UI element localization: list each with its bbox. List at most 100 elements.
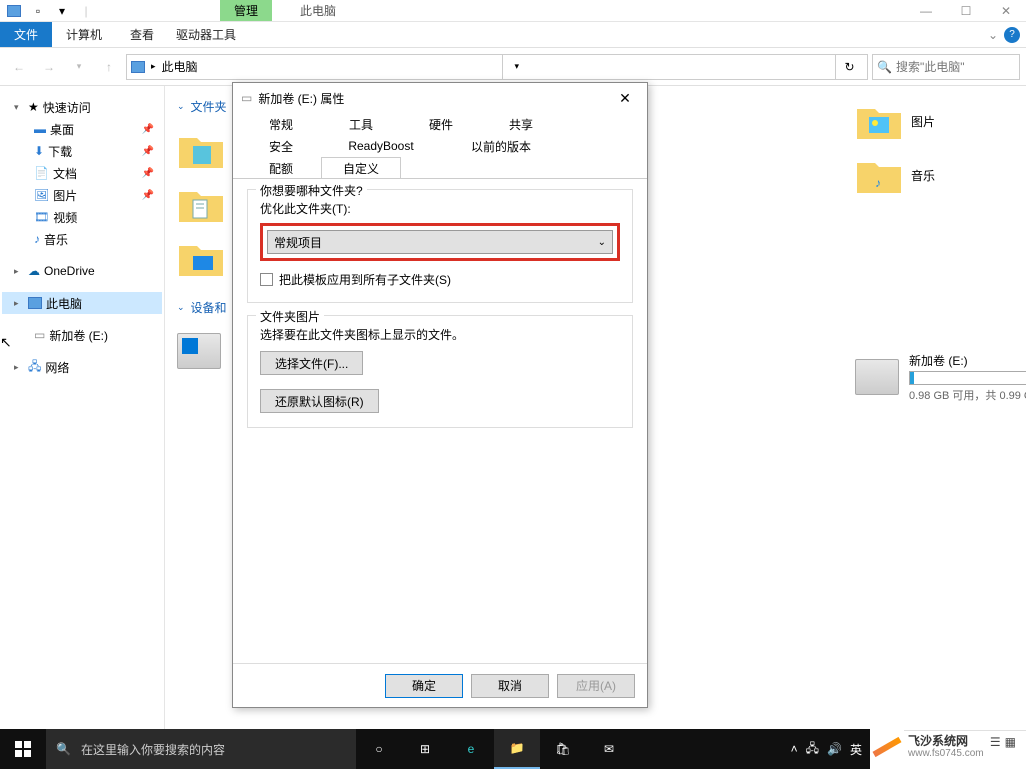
cortana-button[interactable]: ○ bbox=[356, 729, 402, 769]
tree-network[interactable]: ▸🖧网络 bbox=[2, 356, 162, 378]
ok-button[interactable]: 确定 bbox=[385, 674, 463, 698]
folder-pictures[interactable]: 图片 bbox=[855, 94, 1026, 148]
tab-previous-versions[interactable]: 以前的版本 bbox=[441, 135, 561, 157]
checkbox[interactable] bbox=[260, 273, 273, 286]
tree-onedrive[interactable]: ▸☁OneDrive bbox=[2, 260, 162, 282]
optimize-dropdown[interactable]: 常规项目 ⌄ bbox=[267, 230, 613, 254]
restore-default-button[interactable]: 还原默认图标(R) bbox=[260, 389, 379, 413]
tree-music[interactable]: ♪ 音乐 bbox=[2, 228, 162, 250]
tree-label: 文档 bbox=[53, 165, 77, 182]
quick-access-toolbar: ▫ ▾ | bbox=[0, 2, 100, 20]
group-label: 设备和 bbox=[191, 299, 227, 316]
pin-icon: 📌 bbox=[142, 168, 154, 179]
start-button[interactable] bbox=[0, 729, 46, 769]
close-button[interactable]: ✕ bbox=[986, 0, 1026, 22]
refresh-button[interactable]: ↻ bbox=[835, 54, 863, 80]
tree-this-pc[interactable]: ▸此电脑 bbox=[2, 292, 162, 314]
watermark-title: 飞沙系统网 bbox=[908, 735, 984, 748]
optimize-label: 优化此文件夹(T): bbox=[260, 200, 620, 217]
breadcrumb-chevron[interactable]: ▸ bbox=[151, 61, 156, 72]
tree-label: 快速访问 bbox=[43, 99, 91, 116]
dialog-tabs: 常规 工具 硬件 共享 安全 ReadyBoost 以前的版本 配额 自定义 bbox=[233, 113, 647, 179]
group-title: 你想要哪种文件夹? bbox=[256, 182, 367, 199]
search-icon: 🔍 bbox=[877, 60, 892, 74]
location-icon bbox=[131, 61, 145, 73]
tree-pictures[interactable]: 🖼图片📌 bbox=[2, 184, 162, 206]
download-icon: ⬇ bbox=[34, 144, 44, 158]
dialog-titlebar: ▭ 新加卷 (E:) 属性 ✕ bbox=[233, 83, 647, 113]
svg-text:♪: ♪ bbox=[875, 176, 881, 190]
tree-quick-access[interactable]: ▾★快速访问 bbox=[2, 96, 162, 118]
checkbox-label: 把此模板应用到所有子文件夹(S) bbox=[279, 271, 451, 288]
ime-indicator[interactable]: 英 bbox=[850, 741, 862, 758]
taskbar-search[interactable]: 🔍 在这里输入你要搜索的内容 bbox=[46, 729, 356, 769]
tree-label: 新加卷 (E:) bbox=[49, 327, 108, 344]
tree-label: OneDrive bbox=[44, 264, 95, 278]
mail-icon[interactable]: ✉ bbox=[586, 729, 632, 769]
address-dropdown[interactable]: ▾ bbox=[502, 54, 530, 80]
dialog-footer: 确定 取消 应用(A) bbox=[233, 663, 647, 707]
forward-button[interactable]: → bbox=[36, 54, 62, 80]
tree-desktop[interactable]: ▬桌面📌 bbox=[2, 118, 162, 140]
drive-info: 新加卷 (E:) 0.98 GB 可用，共 0.99 GB bbox=[909, 352, 1026, 403]
tree-videos[interactable]: 🎞 视频 bbox=[2, 206, 162, 228]
tab-security[interactable]: 安全 bbox=[241, 135, 321, 157]
apply-button[interactable]: 应用(A) bbox=[557, 674, 635, 698]
address-bar[interactable]: ▸ 此电脑 ▾ ↻ bbox=[126, 54, 868, 80]
pc-icon bbox=[28, 297, 42, 309]
ribbon-tab-view[interactable]: 查看 bbox=[116, 22, 168, 47]
tree-label: 音乐 bbox=[44, 231, 68, 248]
help-icon[interactable]: ? bbox=[1004, 27, 1020, 43]
tree-label: 此电脑 bbox=[46, 295, 82, 312]
volume-tray-icon[interactable]: 🔊 bbox=[827, 742, 842, 756]
back-button[interactable]: ← bbox=[6, 54, 32, 80]
task-view-button[interactable]: ⊞ bbox=[402, 729, 448, 769]
maximize-button[interactable]: ☐ bbox=[946, 0, 986, 22]
cancel-button[interactable]: 取消 bbox=[471, 674, 549, 698]
file-tab[interactable]: 文件 bbox=[0, 22, 52, 47]
qat-item[interactable]: ▫ bbox=[28, 2, 48, 20]
ribbon-expand-icon[interactable]: ⌄ bbox=[988, 28, 998, 42]
search-box[interactable]: 🔍 搜索"此电脑" bbox=[872, 54, 1020, 80]
tray-expand-icon[interactable]: ˄ bbox=[791, 742, 798, 756]
choose-file-button[interactable]: 选择文件(F)... bbox=[260, 351, 363, 375]
tab-customize[interactable]: 自定义 bbox=[321, 157, 401, 179]
ribbon-tab-drive-tools[interactable]: 驱动器工具 bbox=[168, 22, 244, 47]
folder-label: 图片 bbox=[911, 113, 935, 130]
windows-icon bbox=[15, 741, 31, 757]
picture-icon: 🖼 bbox=[34, 188, 49, 202]
drive-new-volume[interactable]: 新加卷 (E:) 0.98 GB 可用，共 0.99 GB bbox=[855, 352, 1026, 402]
tab-general[interactable]: 常规 bbox=[241, 113, 321, 135]
tab-tools[interactable]: 工具 bbox=[321, 113, 401, 135]
store-icon[interactable]: 🛍 bbox=[540, 729, 586, 769]
ribbon-tab-computer[interactable]: 计算机 bbox=[52, 22, 116, 47]
tab-hardware[interactable]: 硬件 bbox=[401, 113, 481, 135]
minimize-button[interactable]: — bbox=[906, 0, 946, 22]
navbar: ← → ▾ ↑ ▸ 此电脑 ▾ ↻ 🔍 搜索"此电脑" bbox=[0, 48, 1026, 86]
dialog-close-button[interactable]: ✕ bbox=[611, 86, 639, 110]
location-text[interactable]: 此电脑 bbox=[162, 58, 198, 75]
tree-documents[interactable]: 📄文档📌 bbox=[2, 162, 162, 184]
search-icon: 🔍 bbox=[56, 742, 71, 756]
drive-progress bbox=[909, 371, 1026, 385]
edge-icon[interactable]: e bbox=[448, 729, 494, 769]
group-folder-type: 你想要哪种文件夹? 优化此文件夹(T): 常规项目 ⌄ 把此模板应用到所有子文件… bbox=[247, 189, 633, 303]
tree-new-volume[interactable]: ▭新加卷 (E:) bbox=[2, 324, 162, 346]
tree-label: 下载 bbox=[48, 143, 72, 160]
tab-sharing[interactable]: 共享 bbox=[481, 113, 561, 135]
tree-downloads[interactable]: ⬇下载📌 bbox=[2, 140, 162, 162]
network-tray-icon[interactable]: 🖧 bbox=[806, 739, 819, 760]
folder-music[interactable]: ♪ 音乐 bbox=[855, 148, 1026, 202]
recent-dropdown[interactable]: ▾ bbox=[66, 54, 92, 80]
up-button[interactable]: ↑ bbox=[96, 54, 122, 80]
group-folder-picture: 文件夹图片 选择要在此文件夹图标上显示的文件。 选择文件(F)... 还原默认图… bbox=[247, 315, 633, 428]
tree-label: 视频 bbox=[53, 209, 77, 226]
tab-readyboost[interactable]: ReadyBoost bbox=[321, 135, 441, 157]
tab-quota[interactable]: 配额 bbox=[241, 157, 321, 179]
titlebar: ▫ ▾ | 管理 此电脑 — ☐ ✕ bbox=[0, 0, 1026, 22]
music-icon: ♪ bbox=[34, 232, 40, 246]
qat-item[interactable]: ▾ bbox=[52, 2, 72, 20]
apply-subfolders-row[interactable]: 把此模板应用到所有子文件夹(S) bbox=[260, 271, 620, 288]
video-icon: 🎞 bbox=[34, 210, 49, 224]
explorer-taskbar-icon[interactable]: 📁 bbox=[494, 729, 540, 769]
